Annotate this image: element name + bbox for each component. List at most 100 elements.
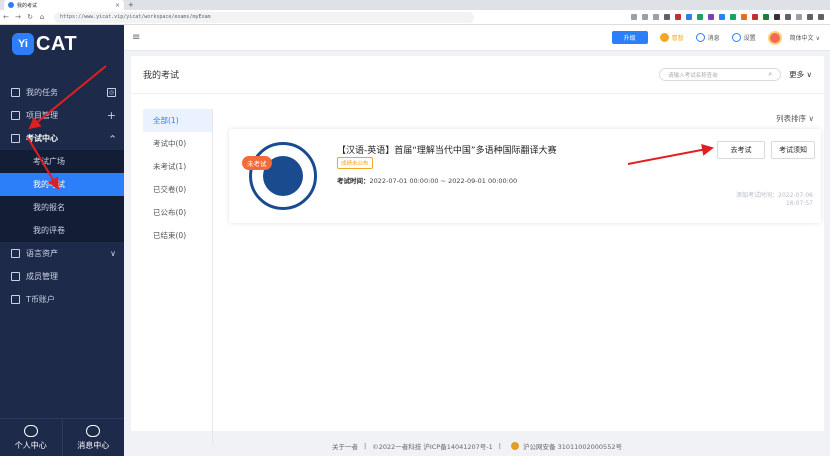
sidebar-menu: 我的任务 ◎ 项目管理 + 考试中心 ^ 考试广场 我的考试 我的报名 我的评卷… — [0, 81, 124, 311]
sidebar-subitem-exam-square[interactable]: 考试广场 — [0, 150, 124, 173]
added-time-clock: 16:07:57 — [786, 200, 813, 207]
project-icon — [11, 111, 20, 120]
menu-dots-icon[interactable] — [818, 14, 824, 20]
filter-in-exam[interactable]: 考试中(0) — [143, 132, 212, 155]
extension-icon[interactable] — [719, 14, 725, 20]
extension-icon[interactable] — [730, 14, 736, 20]
sidebar-item-exam-center[interactable]: 考试中心 ^ — [0, 127, 124, 150]
browser-address-bar: ← → ↻ ⌂ https://www.yicat.vip/yicat/work… — [0, 10, 830, 25]
upgrade-button[interactable]: 升级 — [611, 31, 648, 44]
footer-about-link[interactable]: 关于一者 — [332, 441, 358, 451]
sidebar-item-label: 项目管理 — [26, 111, 58, 120]
crown-icon — [659, 33, 669, 42]
sidebar-subitem-my-exams[interactable]: 我的考试 — [0, 173, 124, 196]
sidebar-item-members[interactable]: 成员管理 — [0, 265, 124, 288]
url-input[interactable]: https://www.yicat.vip/yicat/workspace/ex… — [54, 11, 474, 23]
bell-icon — [695, 33, 705, 42]
footer-copyright[interactable]: ©2022一者科技 沪ICP备14041207号-1 — [372, 441, 493, 451]
new-tab-button[interactable]: + — [128, 1, 134, 9]
personal-center-label: 个人中心 — [14, 440, 47, 450]
browser-tab[interactable]: 我的考试 × — [4, 0, 124, 10]
university-seal-icon — [249, 141, 317, 210]
menu-toggle-icon[interactable]: ≡ — [132, 32, 140, 43]
message-label: 消息 — [707, 35, 720, 42]
message-center-button[interactable]: 消息中心 — [61, 419, 125, 456]
footer-police-record[interactable]: 沪公网安备 31011002000552号 — [523, 441, 622, 451]
sidebar-bottom: 个人中心 消息中心 — [0, 418, 124, 456]
favicon-icon — [8, 2, 14, 8]
exam-title: 【汉语-英语】首届“理解当代中国”多语种国际翻译大赛 — [337, 146, 557, 156]
take-exam-button[interactable]: 去考试 — [717, 141, 765, 159]
exam-notice-button[interactable]: 考试须知 — [771, 141, 815, 159]
extension-icon[interactable] — [675, 14, 681, 20]
message-center-label: 消息中心 — [77, 440, 110, 450]
sidebar-subitem-my-grading[interactable]: 我的评卷 — [0, 219, 124, 242]
footer-separator: | — [498, 442, 501, 450]
extension-icon[interactable] — [774, 14, 780, 20]
exam-cover-image: 未考试 — [241, 138, 325, 213]
sidebar-item-language-assets[interactable]: 语言资产 ∨ — [0, 242, 124, 265]
filter-not-taken[interactable]: 未考试(1) — [143, 155, 212, 178]
avatar[interactable] — [767, 30, 782, 45]
list-sort-dropdown[interactable]: 列表排序 ∨ — [776, 113, 814, 124]
main-panel: 我的考试 请输入考试名称查询 ⌕ 更多 ∨ 全部(1) 考试中(0) 未考试(1… — [131, 56, 824, 445]
extension-icon[interactable] — [741, 14, 747, 20]
status-badge: 未考试 — [242, 156, 272, 170]
translate-icon[interactable] — [631, 14, 637, 20]
sidebar-item-label: 我的任务 — [26, 88, 58, 97]
extension-icon[interactable] — [752, 14, 758, 20]
sidebar-item-label: 语言资产 — [26, 249, 58, 258]
search-input[interactable]: 请输入考试名称查询 ⌕ — [659, 68, 782, 81]
language-select[interactable]: 简体中文 ∨ — [790, 33, 820, 42]
filter-published[interactable]: 已公布(0) — [143, 201, 212, 224]
sidebar-subitem-my-registrations[interactable]: 我的报名 — [0, 196, 124, 219]
browser-tab-bar: 我的考试 × + — [0, 0, 830, 10]
reload-icon[interactable]: ↻ — [24, 13, 36, 21]
profile-icon[interactable] — [807, 14, 813, 20]
home-icon[interactable]: ⌂ — [36, 13, 48, 21]
top-header: ≡ 升级 冒暂 消息 设置 简体中文 ∨ — [124, 25, 830, 51]
back-icon[interactable]: ← — [0, 13, 12, 21]
police-badge-icon — [511, 442, 519, 450]
bookmarks-icon[interactable] — [796, 14, 802, 20]
logo-text: CAT — [36, 32, 78, 55]
coin-icon — [11, 295, 20, 304]
sidebar-item-label: T币账户 — [26, 295, 55, 304]
logo[interactable]: Yi CAT — [0, 25, 124, 63]
extension-icon[interactable] — [708, 14, 714, 20]
filter-submitted[interactable]: 已交卷(0) — [143, 178, 212, 201]
sidebar-item-my-tasks[interactable]: 我的任务 ◎ — [0, 81, 124, 104]
exam-time-value: 2022-07-01 00:00:00 ~ 2022-09-01 00:00:0… — [369, 177, 518, 185]
vip-button[interactable]: 冒暂 — [659, 33, 684, 42]
share-icon[interactable] — [653, 14, 659, 20]
settings-icon[interactable] — [785, 14, 791, 20]
filter-all[interactable]: 全部(1) — [143, 109, 212, 132]
search-icon[interactable]: ⌕ — [768, 70, 772, 79]
sort-label: 列表排序 — [776, 114, 807, 123]
close-tab-icon[interactable]: × — [115, 2, 120, 9]
sidebar-item-projects[interactable]: 项目管理 + — [0, 104, 124, 127]
score-status-badge: 成绩未公布 — [337, 157, 373, 169]
message-button[interactable]: 消息 — [695, 33, 720, 42]
exam-time: 考试时间：2022-07-01 00:00:00 ~ 2022-09-01 00… — [337, 175, 517, 185]
extension-icon[interactable] — [763, 14, 769, 20]
extension-icon[interactable] — [664, 14, 670, 20]
footer: 关于一者 | ©2022一者科技 沪ICP备14041207号-1 | 沪公网安… — [124, 436, 830, 456]
main-header: 我的考试 请输入考试名称查询 ⌕ 更多 ∨ — [131, 56, 824, 94]
add-project-icon[interactable]: + — [107, 109, 116, 122]
extension-icon[interactable] — [697, 14, 703, 20]
browser-tab-title: 我的考试 — [17, 2, 38, 9]
page-title: 我的考试 — [143, 71, 180, 81]
chevron-up-icon: ^ — [109, 134, 116, 143]
sidebar-item-coin-account[interactable]: T币账户 — [0, 288, 124, 311]
settings-button[interactable]: 设置 — [731, 33, 756, 42]
more-dropdown[interactable]: 更多 ∨ — [789, 69, 812, 80]
zoom-icon[interactable] — [642, 14, 648, 20]
extension-icon[interactable] — [686, 14, 692, 20]
forward-icon[interactable]: → — [12, 13, 24, 21]
chevron-down-icon: ∨ — [110, 249, 116, 258]
personal-center-button[interactable]: 个人中心 — [0, 419, 62, 456]
user-icon — [23, 424, 38, 437]
sidebar: Yi CAT 我的任务 ◎ 项目管理 + 考试中心 ^ 考试广场 我的考试 我的… — [0, 25, 124, 456]
filter-ended[interactable]: 已结束(0) — [143, 224, 212, 247]
